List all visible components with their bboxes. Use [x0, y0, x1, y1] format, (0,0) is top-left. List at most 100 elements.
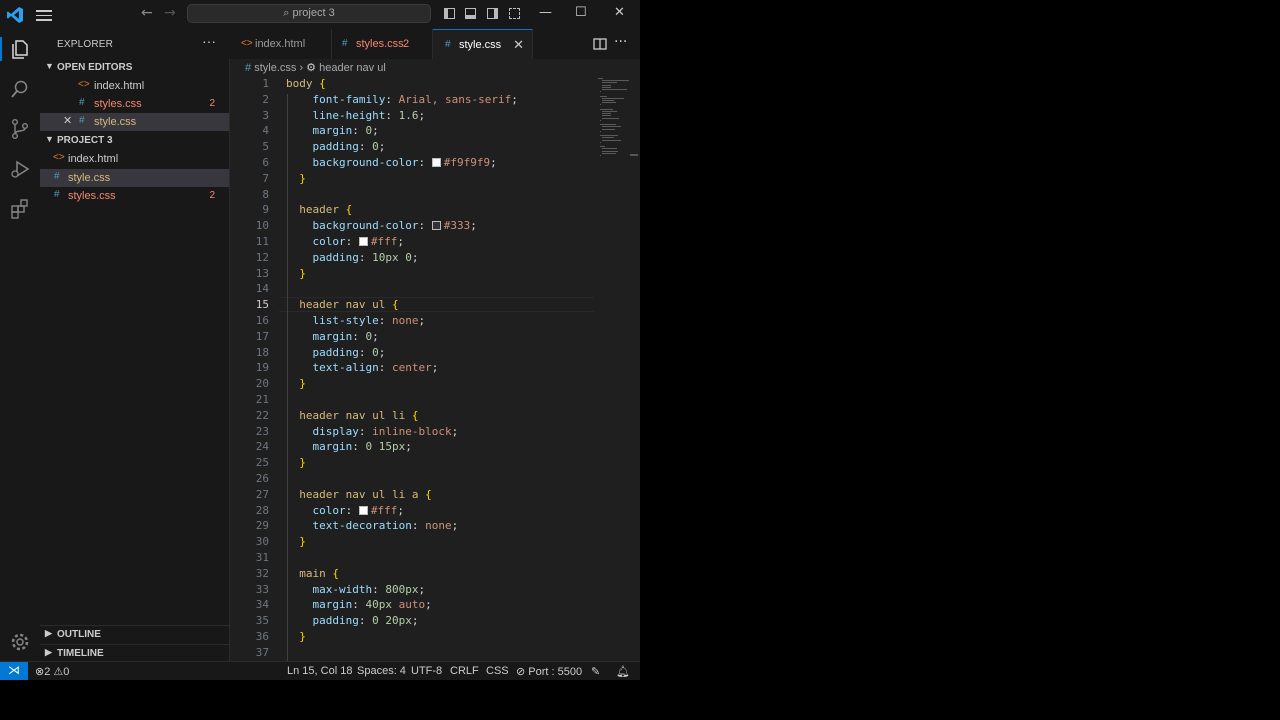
code-line[interactable]: font-family: Arial, sans-serif; [286, 93, 518, 106]
code-line[interactable]: } [286, 456, 306, 469]
scrollbar-thumb[interactable] [630, 154, 638, 156]
code-line[interactable]: color: #fff; [286, 235, 405, 248]
toggle-primary-sidebar-icon[interactable] [444, 8, 455, 19]
line-number: 25 [255, 456, 269, 470]
search-icon[interactable] [9, 78, 31, 100]
open-editor-item[interactable]: <> index.html [40, 77, 229, 95]
tab-styles-css[interactable]: # styles.css 2 [332, 29, 433, 59]
code-line[interactable]: color: #fff; [286, 504, 405, 517]
source-control-icon[interactable] [9, 118, 31, 140]
notifications-bell-icon[interactable]: 🔔︎ [616, 665, 630, 678]
code-line[interactable]: } [286, 630, 306, 643]
file-tree-item[interactable]: <> index.html [40, 150, 229, 168]
outline-section[interactable]: ▶ OUTLINE [40, 625, 229, 644]
line-number: 21 [255, 393, 269, 406]
live-server-port[interactable]: ⊘ Port : 5500 [516, 665, 582, 678]
end-of-line[interactable]: CRLF [450, 665, 479, 677]
more-actions-icon[interactable]: ··· [202, 33, 216, 49]
css-file-icon: # [445, 39, 451, 50]
code-line[interactable]: background-color: #333; [286, 219, 477, 232]
search-text: project 3 [292, 7, 335, 19]
code-token: padding [312, 140, 359, 154]
color-swatch[interactable] [431, 158, 441, 167]
color-swatch[interactable] [358, 505, 368, 515]
code-line[interactable]: background-color: #f9f9f9; [286, 156, 497, 169]
code-line[interactable]: body { [286, 77, 326, 90]
toggle-panel-icon[interactable] [465, 8, 476, 19]
code-editor[interactable]: 1 body {2 font-family: Arial, sans-serif;… [229, 76, 594, 661]
open-editor-item[interactable]: # styles.css 2 [40, 95, 229, 113]
maximize-icon[interactable]: ☐ [575, 5, 587, 20]
open-editors-section[interactable]: ▼ OPEN EDITORS [40, 59, 229, 77]
code-line[interactable]: text-align: center; [286, 361, 439, 374]
hamburger-menu-icon[interactable] [36, 7, 52, 21]
open-editor-item[interactable]: ✕ # style.css [40, 113, 229, 131]
code-token: header nav ul [299, 298, 392, 312]
editor-more-actions-icon[interactable]: ··· [614, 34, 627, 50]
code-line[interactable]: padding: 0 20px; [286, 614, 419, 628]
indentation[interactable]: Spaces: 4 [357, 665, 406, 677]
command-center-search[interactable]: ⌕ project 3 [187, 4, 431, 23]
split-editor-icon[interactable] [593, 38, 607, 50]
code-token: margin [312, 440, 353, 454]
customize-layout-icon[interactable] [509, 8, 520, 19]
tab-style-css[interactable]: # style.css ✕ [433, 29, 533, 59]
close-tab-icon[interactable]: ✕ [513, 37, 524, 53]
encoding[interactable]: UTF-8 [411, 665, 442, 677]
code-line[interactable]: padding: 10px 0; [286, 251, 419, 264]
run-debug-icon[interactable] [9, 158, 31, 180]
feedback-icon[interactable]: ✎ [591, 665, 600, 678]
code-line[interactable]: margin: 40px auto; [286, 598, 432, 611]
tab-index-html[interactable]: <> index.html [229, 29, 332, 59]
breadcrumb-file[interactable]: style.css [254, 62, 296, 74]
css-file-icon: # [79, 115, 85, 126]
code-line[interactable]: padding: 0; [286, 140, 386, 154]
close-icon[interactable]: ✕ [63, 114, 72, 127]
code-line[interactable]: margin: 0; [286, 330, 379, 343]
code-token: padding [312, 614, 359, 628]
code-line[interactable]: line-height: 1.6; [286, 109, 426, 122]
line-number: 19 [255, 361, 269, 375]
remote-indicator[interactable]: ⋊ [0, 662, 28, 680]
code-line[interactable]: margin: 0; [286, 124, 379, 137]
warning-icon: ⚠ [53, 666, 64, 678]
line-number: 14 [255, 282, 269, 296]
code-line[interactable]: padding: 0; [286, 346, 386, 359]
line-number: 16 [255, 314, 269, 327]
code-line[interactable]: display: inline-block; [286, 425, 459, 438]
code-line[interactable]: header nav ul li a { [286, 488, 431, 501]
project-folder-section[interactable]: ▼ PROJECT 3 [40, 132, 229, 150]
code-line[interactable]: } [286, 172, 306, 185]
color-swatch[interactable] [358, 237, 368, 246]
code-line[interactable]: } [286, 377, 306, 390]
breadcrumb-symbol[interactable]: header nav ul [319, 62, 386, 74]
forward-arrow-icon[interactable]: → [164, 5, 176, 21]
explorer-icon[interactable] [9, 38, 31, 60]
color-swatch[interactable] [431, 221, 441, 231]
code-line[interactable]: main { [286, 567, 339, 580]
code-line[interactable]: list-style: none; [286, 314, 426, 327]
language-mode[interactable]: CSS [486, 665, 509, 677]
cursor-position[interactable]: Ln 15, Col 18 [287, 665, 352, 677]
minimap[interactable] [594, 76, 640, 176]
minimize-icon[interactable]: — [539, 5, 552, 20]
toggle-secondary-sidebar-icon[interactable] [487, 8, 498, 19]
code-token: : [352, 440, 366, 454]
extensions-icon[interactable] [9, 198, 31, 220]
close-window-icon[interactable]: ✕ [614, 5, 625, 20]
back-arrow-icon[interactable]: ← [141, 5, 153, 21]
code-line[interactable]: } [286, 267, 306, 280]
code-line[interactable]: max-width: 800px; [286, 583, 426, 596]
file-tree-item[interactable]: # styles.css 2 [40, 187, 229, 205]
code-line[interactable]: margin: 0 15px; [286, 440, 412, 453]
code-line[interactable]: header nav ul { [286, 298, 398, 312]
breadcrumb: # style.css › ⚙ header nav ul [245, 61, 386, 74]
code-line[interactable]: header nav ul li { [286, 409, 418, 422]
file-tree-item[interactable]: # style.css [40, 169, 229, 187]
code-line[interactable]: text-decoration: none; [286, 519, 459, 532]
code-line[interactable]: header { [286, 203, 352, 216]
problems-indicator[interactable]: ⊗2 ⚠0 [35, 665, 69, 678]
settings-gear-icon[interactable] [9, 631, 31, 653]
code-line[interactable]: } [286, 535, 306, 548]
